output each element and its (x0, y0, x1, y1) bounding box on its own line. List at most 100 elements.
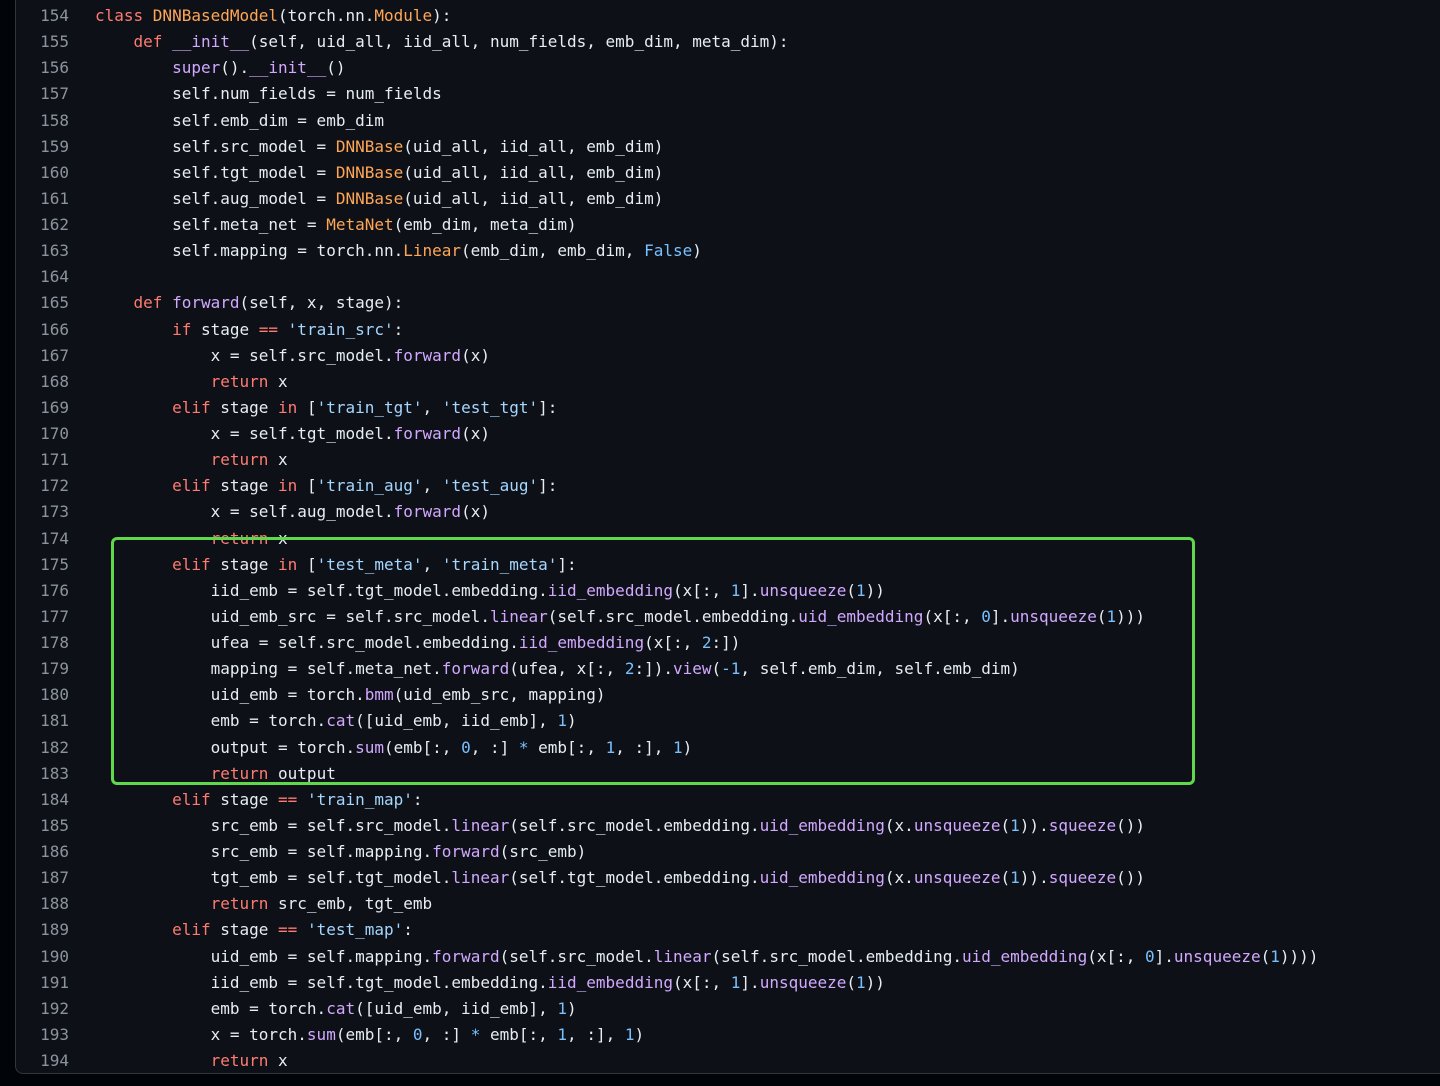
code-token: ) (567, 998, 577, 1018)
line-number[interactable]: 183 (16, 761, 69, 787)
code-token: 2 (701, 633, 712, 652)
line-number[interactable]: 186 (16, 839, 69, 865)
line-number[interactable]: 178 (16, 630, 69, 656)
line-code: iid_emb = self.tgt_model.embedding.iid_e… (69, 578, 885, 604)
line-code: emb = torch.cat([uid_emb, iid_emb], 1) (69, 996, 577, 1022)
line-number[interactable]: 164 (16, 264, 69, 290)
line-number[interactable]: 169 (16, 395, 69, 421)
line-number[interactable]: 165 (16, 290, 69, 316)
code-token: in (278, 554, 307, 574)
code-token: return (210, 1051, 279, 1070)
code-token: 1 (856, 972, 866, 992)
code-line: 157 self.num_fields = num_fields (16, 81, 1440, 107)
line-code: x = self.src_model.forward(x) (69, 343, 490, 369)
line-code: return src_emb, tgt_emb (69, 891, 433, 917)
code-token: self.meta_net = (95, 215, 327, 234)
code-line: 164 (16, 264, 1440, 290)
line-number[interactable]: 177 (16, 604, 69, 630)
code-token: uid_emb_src = self.src_model. (95, 606, 490, 626)
line-number[interactable]: 179 (16, 656, 69, 682)
code-token: return (210, 763, 279, 783)
code-token: ([uid_emb, iid_emb], (355, 711, 558, 731)
code-token: () (326, 58, 346, 78)
code-line: 192 emb = torch.cat([uid_emb, iid_emb], … (16, 996, 1440, 1022)
code-token: ) (692, 241, 702, 261)
line-number[interactable]: 191 (16, 970, 69, 996)
line-number[interactable]: 174 (16, 526, 69, 552)
code-token: linear (451, 868, 510, 888)
code-token: ): (432, 6, 452, 25)
code-token: iid_embedding (547, 972, 673, 992)
line-number[interactable]: 159 (16, 134, 69, 160)
line-number[interactable]: 156 (16, 55, 69, 81)
code-token: def (133, 32, 173, 52)
code-token: x = torch. (95, 1024, 307, 1044)
code-token: 1 (730, 580, 741, 600)
line-code: elif stage == 'test_map': (69, 917, 413, 943)
line-number[interactable]: 166 (16, 317, 69, 343)
line-code: mapping = self.meta_net.forward(ufea, x[… (69, 656, 1020, 682)
line-number[interactable]: 194 (16, 1048, 69, 1073)
line-number[interactable]: 167 (16, 343, 69, 369)
line-number[interactable]: 171 (16, 447, 69, 473)
code-token: (x) (461, 502, 490, 522)
code-token: uid_embedding (759, 815, 885, 835)
line-number[interactable]: 154 (16, 3, 69, 29)
code-token: (emb[:, (384, 737, 462, 757)
code-token: 1 (1010, 868, 1020, 888)
line-number[interactable]: 161 (16, 186, 69, 212)
code-token: (x[:, (923, 606, 982, 626)
line-code: uid_emb_src = self.src_model.linear(self… (69, 604, 1145, 630)
code-token: 'train_aug' (316, 476, 423, 496)
line-number[interactable]: 172 (16, 473, 69, 499)
code-token: return (210, 528, 279, 548)
line-number[interactable]: 182 (16, 735, 69, 761)
code-token: unsqueeze (913, 815, 1001, 835)
line-number[interactable]: 176 (16, 578, 69, 604)
line-number[interactable]: 192 (16, 996, 69, 1022)
line-number[interactable]: 181 (16, 708, 69, 734)
line-number[interactable]: 163 (16, 238, 69, 264)
line-number[interactable]: 188 (16, 891, 69, 917)
line-number[interactable]: 189 (16, 917, 69, 943)
code-token: stage (220, 920, 279, 940)
code-token: 1 (605, 737, 616, 757)
line-number[interactable]: 187 (16, 865, 69, 891)
code-token: class (95, 6, 153, 25)
code-token: 'train_tgt' (316, 397, 423, 417)
code-line: 159 self.src_model = DNNBase(uid_all, ii… (16, 134, 1440, 160)
line-code: x = self.tgt_model.forward(x) (69, 421, 490, 447)
line-number[interactable]: 162 (16, 212, 69, 238)
code-token: ) (634, 1024, 645, 1044)
code-line: 188 return src_emb, tgt_emb (16, 891, 1440, 917)
line-number[interactable]: 157 (16, 81, 69, 107)
line-number[interactable]: 160 (16, 160, 69, 186)
line-number[interactable]: 184 (16, 787, 69, 813)
line-number[interactable]: 180 (16, 682, 69, 708)
line-number[interactable]: 175 (16, 552, 69, 578)
code-token: :]) (711, 633, 741, 652)
code-line: 179 mapping = self.meta_net.forward(ufea… (16, 656, 1440, 682)
code-token: cat (326, 998, 356, 1018)
code-line: 190 uid_emb = self.mapping.forward(self.… (16, 944, 1440, 970)
code-token: unsqueeze (1010, 606, 1097, 626)
line-number[interactable]: 170 (16, 421, 69, 447)
code-token: ]. (740, 972, 760, 992)
code-token: x (278, 528, 288, 548)
code-token: forward (432, 946, 500, 966)
code-token: forward (441, 659, 510, 679)
line-number[interactable]: 158 (16, 108, 69, 134)
line-number[interactable]: 173 (16, 499, 69, 525)
line-number[interactable]: 168 (16, 369, 69, 395)
line-number[interactable]: 185 (16, 813, 69, 839)
line-number[interactable]: 155 (16, 29, 69, 55)
line-number[interactable]: 193 (16, 1022, 69, 1048)
code-token: ( (1260, 946, 1271, 966)
code-token: 1 (1270, 946, 1280, 966)
line-number[interactable]: 190 (16, 944, 69, 970)
